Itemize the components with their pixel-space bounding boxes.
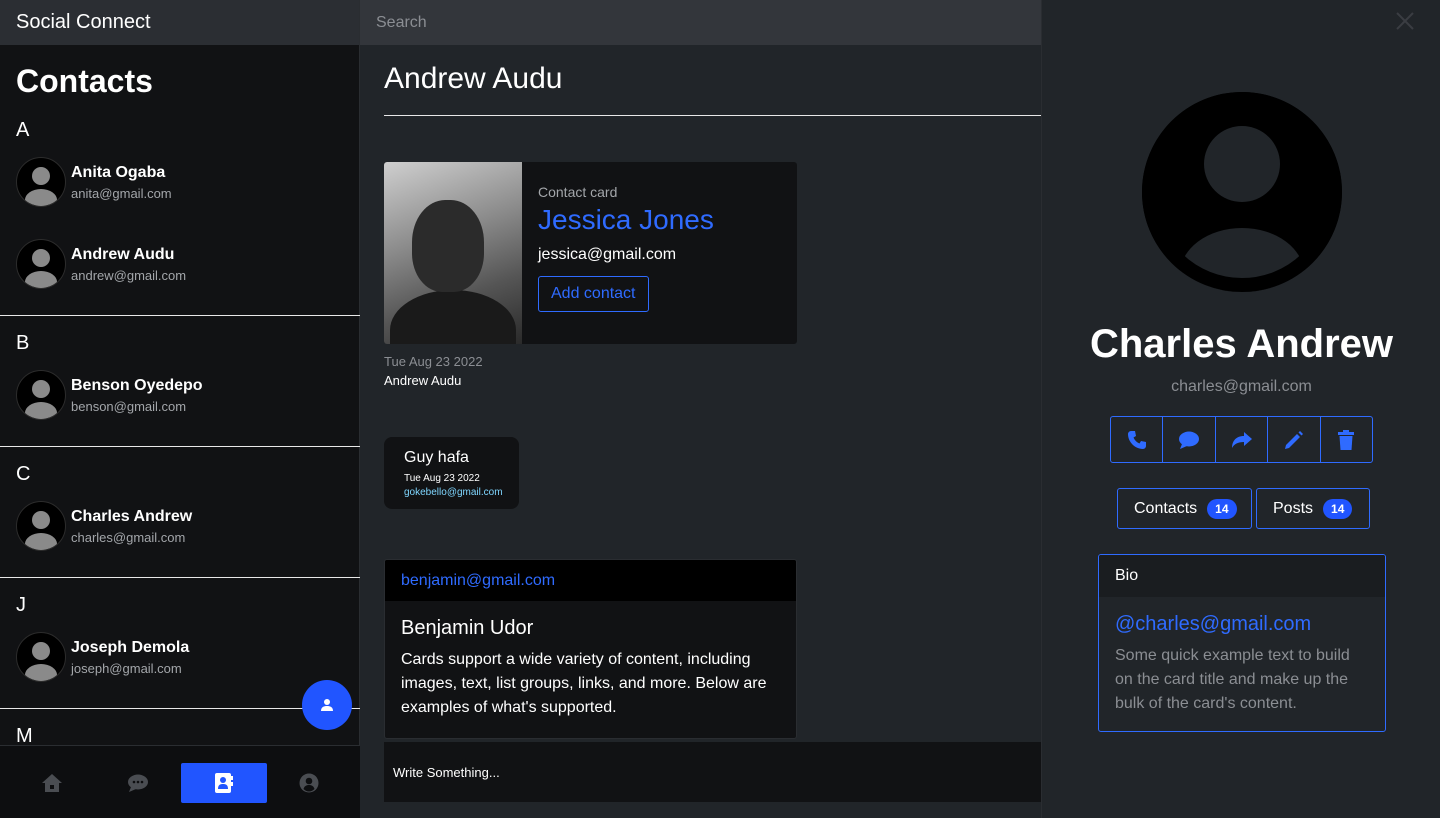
contact-photo [384, 162, 522, 344]
avatar [16, 501, 66, 551]
profile-email: charles@gmail.com [1171, 378, 1312, 395]
contacts-count-button[interactable]: Contacts 14 [1117, 488, 1252, 529]
message-sender-email: gokebello@gmail.com [404, 487, 503, 498]
contact-name: Andrew Audu [71, 245, 175, 263]
profile-panel: Charles Andrew charles@gmail.com Contact… [1041, 0, 1440, 818]
contacts-heading: Contacts [16, 63, 153, 99]
contact-email: charles@gmail.com [71, 529, 186, 545]
message-date: Tue Aug 23 2022 [384, 354, 483, 369]
trash-icon [1338, 429, 1355, 450]
profile-actions [1110, 416, 1373, 463]
bio-handle[interactable]: @charles@gmail.com [1099, 597, 1385, 636]
posts-count-button[interactable]: Posts 14 [1256, 488, 1370, 529]
avatar [16, 239, 66, 289]
app-title: Social Connect [0, 0, 359, 45]
chat-title: Andrew Audu [384, 62, 563, 95]
edit-icon [1284, 430, 1303, 449]
nav-profile-button[interactable] [266, 763, 352, 803]
share-icon [1231, 431, 1252, 448]
contacts-book-icon [215, 773, 233, 793]
share-button[interactable] [1216, 417, 1269, 462]
nav-home-button[interactable] [9, 763, 95, 803]
contact-group-b: B Benson Oyedepo benson@gmail.com [0, 316, 360, 447]
post-title: Benjamin Udor [401, 617, 534, 639]
post-text: Cards support a wide variety of content,… [401, 651, 767, 716]
contact-email: benson@gmail.com [71, 398, 187, 414]
avatar [16, 370, 66, 420]
contact-email: andrew@gmail.com [71, 267, 187, 283]
contact-group-c: C Charles Andrew charles@gmail.com [0, 447, 360, 578]
contact-item[interactable]: Benson Oyedepo benson@gmail.com [0, 354, 360, 436]
contact-item[interactable]: Charles Andrew charles@gmail.com [0, 485, 360, 567]
posts-label: Posts [1273, 499, 1314, 517]
bottom-nav [0, 745, 360, 818]
contacts-sidebar: Social Connect Contacts A Anita Ogaba an… [0, 0, 360, 818]
contacts-count-badge: 14 [1207, 498, 1237, 519]
contacts-list[interactable]: Contacts A Anita Ogaba anita@gmail.com A… [0, 45, 360, 745]
group-letter: C [16, 463, 31, 485]
group-letter: A [16, 119, 30, 141]
edit-button[interactable] [1268, 417, 1321, 462]
avatar [16, 157, 66, 207]
compose-input[interactable]: Write Something... [384, 742, 1041, 802]
contact-item[interactable]: Andrew Audu andrew@gmail.com [0, 223, 360, 305]
shared-contact-card: Contact card Jessica Jones jessica@gmail… [384, 162, 797, 344]
message-icon [1179, 431, 1200, 449]
bio-header: Bio [1099, 555, 1385, 597]
post-author-email[interactable]: benjamin@gmail.com [385, 560, 796, 601]
contact-group-a: A Anita Ogaba anita@gmail.com Andrew Aud… [0, 115, 360, 316]
user-circle-icon [299, 773, 319, 793]
chat-icon [128, 774, 148, 792]
group-letter: B [16, 332, 30, 354]
call-button[interactable] [1111, 417, 1164, 462]
contact-item[interactable]: Anita Ogaba anita@gmail.com [0, 141, 360, 223]
card-subtitle: Contact card [538, 184, 618, 200]
message-button[interactable] [1163, 417, 1216, 462]
add-contact-fab-button[interactable] [302, 680, 352, 730]
delete-button[interactable] [1321, 417, 1372, 462]
bio-text: Some quick example text to build on the … [1115, 647, 1350, 712]
card-contact-email: jessica@gmail.com [538, 246, 677, 263]
posts-count-badge: 14 [1323, 498, 1353, 519]
contact-name: Benson Oyedepo [71, 376, 203, 394]
divider [384, 115, 1041, 116]
phone-icon [1127, 430, 1146, 449]
profile-avatar-ring [1142, 92, 1342, 292]
profile-name: Charles Andrew [1089, 322, 1394, 366]
avatar [16, 632, 66, 682]
message-text: Guy hafa [404, 449, 469, 466]
contact-name: Joseph Demola [71, 638, 190, 656]
message-bubble: Guy hafa Tue Aug 23 2022 gokebello@gmail… [384, 437, 519, 509]
bio-card: Bio @charles@gmail.com Some quick exampl… [1098, 554, 1386, 732]
close-icon[interactable] [1394, 10, 1416, 32]
message-date: Tue Aug 23 2022 [404, 473, 480, 484]
search-input[interactable]: Search [360, 0, 1041, 45]
nav-contacts-button[interactable] [181, 763, 267, 803]
home-icon [42, 774, 62, 792]
card-contact-name[interactable]: Jessica Jones [538, 204, 714, 236]
group-letter: J [16, 594, 26, 616]
post-card: benjamin@gmail.com Benjamin Udor Cards s… [384, 559, 797, 739]
contact-email: joseph@gmail.com [71, 660, 182, 676]
message-author: Andrew Audu [384, 373, 462, 388]
contacts-label: Contacts [1134, 499, 1198, 517]
add-contact-button[interactable]: Add contact [538, 276, 649, 312]
contact-item[interactable]: Joseph Demola joseph@gmail.com [0, 616, 360, 698]
user-icon [321, 699, 333, 711]
contact-name: Anita Ogaba [71, 163, 166, 181]
contact-email: anita@gmail.com [71, 185, 172, 201]
nav-chat-button[interactable] [95, 763, 181, 803]
contact-name: Charles Andrew [71, 507, 193, 525]
